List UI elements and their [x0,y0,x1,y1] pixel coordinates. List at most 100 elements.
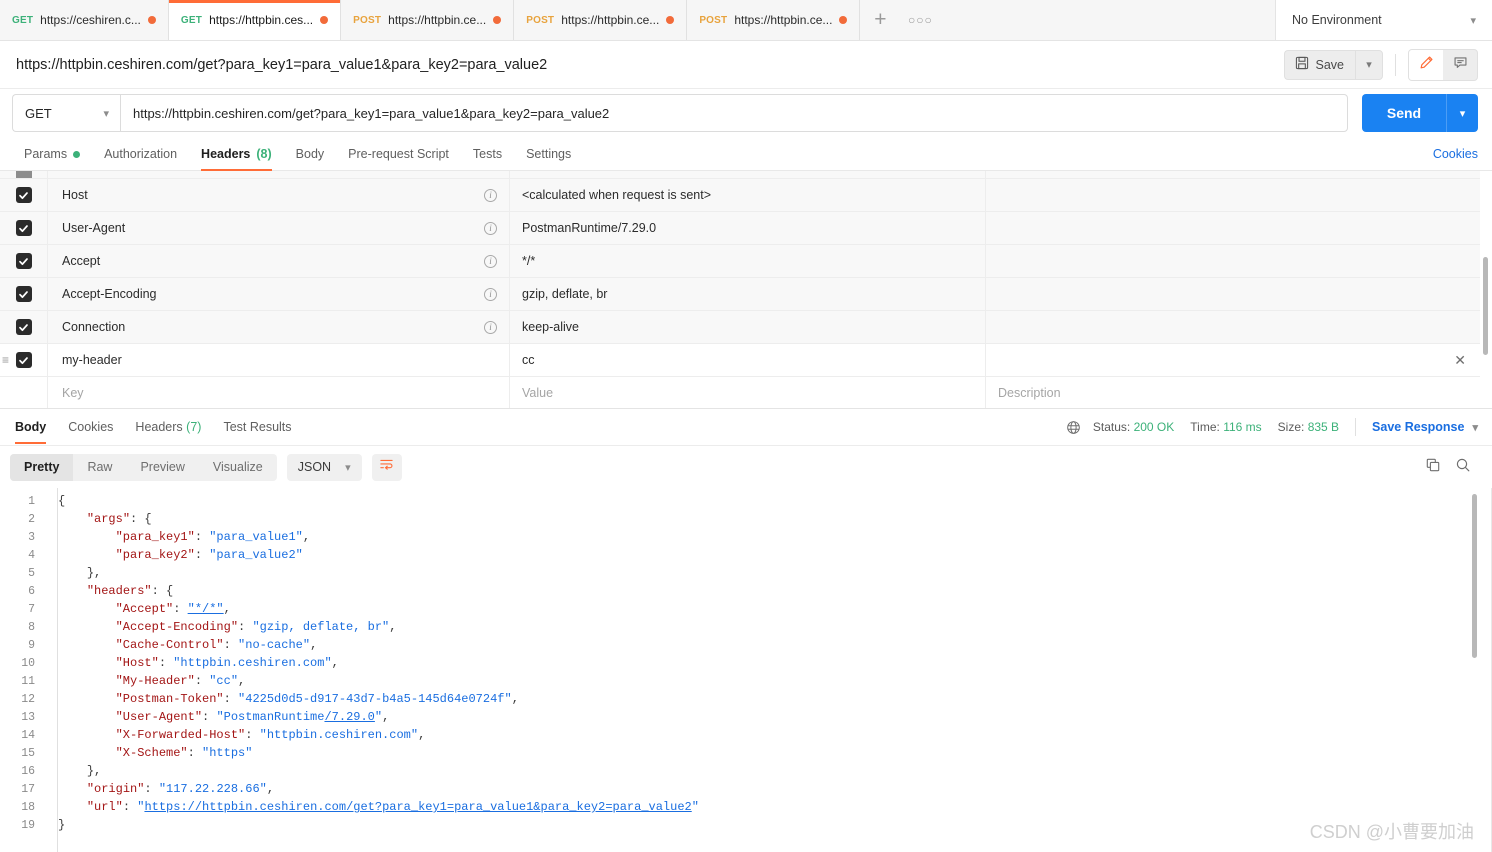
code-line-text[interactable]: }, [46,764,101,778]
code-line-text[interactable]: "Host": "httpbin.ceshiren.com", [46,656,339,670]
row-checkbox[interactable] [15,253,32,269]
info-icon[interactable]: i [484,254,497,268]
view-mode-raw[interactable]: Raw [73,454,126,481]
code-line-text[interactable]: "headers": { [46,584,173,598]
row-description-cell[interactable] [986,212,1480,244]
comment-request-button[interactable] [1443,50,1477,80]
row-value-cell[interactable]: PostmanRuntime/7.29.0 [510,212,986,244]
http-method-selector[interactable]: GET ▾ [12,94,120,132]
tab-body[interactable]: Body [284,147,337,170]
row-description-cell[interactable]: ✕ [986,344,1480,376]
tab-pre-request-script[interactable]: Pre-request Script [336,147,461,170]
row-value-cell[interactable]: <calculated when request is sent> [510,179,986,211]
tab-settings[interactable]: Settings [514,147,583,170]
request-tab-3[interactable]: POST https://httpbin.ce... [514,0,688,40]
tab-authorization[interactable]: Authorization [92,147,189,170]
word-wrap-button[interactable] [371,453,402,481]
row-key-cell[interactable]: Accept-Encoding i [48,278,510,310]
new-row-value-input[interactable]: Value [510,377,986,408]
view-mode-preview[interactable]: Preview [126,454,198,481]
response-body-scroll-thumb[interactable] [1472,494,1477,658]
code-line-text[interactable]: "para_key1": "para_value1", [46,530,310,544]
new-row-key-input[interactable]: Key [48,377,510,408]
row-description-cell[interactable] [986,278,1480,310]
environment-selector[interactable]: No Environment ▾ [1275,0,1492,40]
row-value-cell[interactable]: cc [510,344,986,376]
edit-request-button[interactable] [1409,49,1443,80]
code-line-text[interactable]: "args": { [46,512,152,526]
row-key-cell[interactable] [48,171,510,178]
row-checkbox[interactable] [15,171,32,178]
search-button[interactable] [1448,454,1478,481]
row-description-cell[interactable] [986,171,1480,178]
code-line-text[interactable]: "Postman-Token": "4225d0d5-d917-43d7-b4a… [46,692,519,706]
request-tab-2[interactable]: POST https://httpbin.ce... [341,0,515,40]
request-tab-1[interactable]: GET https://httpbin.ces... [168,0,342,40]
save-button[interactable]: Save [1283,49,1355,80]
row-key-cell[interactable]: Connection i [48,311,510,343]
code-line-text[interactable]: "Accept-Encoding": "gzip, deflate, br", [46,620,397,634]
row-key-cell[interactable]: User-Agent i [48,212,510,244]
response-tab-headers[interactable]: Headers (7) [124,411,212,443]
code-line-text[interactable]: "origin": "117.22.228.66", [46,782,274,796]
tab-params[interactable]: Params [12,147,92,170]
code-line-text[interactable]: "url": "https://httpbin.ceshiren.com/get… [46,800,699,814]
new-row-description-input[interactable]: Description [986,377,1480,408]
code-line-text[interactable]: "Cache-Control": "no-cache", [46,638,318,652]
save-options-button[interactable]: ▾ [1355,49,1383,80]
response-tab-body[interactable]: Body [4,411,57,444]
code-line-text[interactable]: "X-Scheme": "https" [46,746,253,760]
new-tab-button[interactable]: + [860,0,900,40]
row-value-cell[interactable]: keep-alive [510,311,986,343]
row-key-cell[interactable]: Host i [48,179,510,211]
row-checkbox[interactable] [15,286,32,302]
view-mode-pretty[interactable]: Pretty [10,453,74,481]
row-checkbox[interactable] [15,220,32,236]
url-input[interactable]: https://httpbin.ceshiren.com/get?para_ke… [120,94,1348,132]
headers-table-scrollbar[interactable] [1483,171,1490,408]
response-tab-test-results[interactable]: Test Results [212,411,302,443]
code-token-link[interactable]: "*/*" [188,602,224,616]
cookies-link[interactable]: Cookies [1433,147,1478,170]
send-options-button[interactable]: ▾ [1446,94,1478,132]
globe-icon[interactable] [1066,420,1081,435]
code-line-text[interactable]: "X-Forwarded-Host": "httpbin.ceshiren.co… [46,728,426,742]
row-value-cell[interactable] [510,171,986,178]
info-icon[interactable]: i [484,320,497,334]
save-response-button[interactable]: Save Response ▾ [1372,420,1478,434]
row-key-cell[interactable]: Accept i [48,245,510,277]
request-tab-4[interactable]: POST https://httpbin.ce... [687,0,861,40]
row-checkbox[interactable] [15,319,32,335]
request-tab-0[interactable]: GET https://ceshiren.c... [0,0,169,40]
row-value-cell[interactable]: gzip, deflate, br [510,278,986,310]
tab-tests[interactable]: Tests [461,147,514,170]
code-line-text[interactable]: "User-Agent": "PostmanRuntime/7.29.0", [46,710,390,724]
row-value-cell[interactable]: */* [510,245,986,277]
tab-headers[interactable]: Headers (8) [189,147,284,171]
info-icon[interactable]: i [484,188,497,202]
code-token-link[interactable]: https://httpbin.ceshiren.com/get?para_ke… [144,800,691,814]
code-token-link[interactable]: /7.29.0 [324,710,374,724]
response-format-selector[interactable]: JSON ▾ [286,453,362,481]
copy-button[interactable] [1418,454,1448,481]
response-body-viewer[interactable]: 1{2 "args": {3 "para_key1": "para_value1… [0,488,1492,852]
row-key-cell[interactable]: my-header [48,344,510,376]
code-line-text[interactable]: "My-Header": "cc", [46,674,246,688]
code-line-text[interactable]: "Accept": "*/*", [46,602,231,616]
view-mode-visualize[interactable]: Visualize [199,454,277,481]
headers-table-scroll-thumb[interactable] [1483,257,1488,355]
response-tab-cookies[interactable]: Cookies [57,411,124,443]
code-line-text[interactable]: } [46,818,65,832]
drag-handle-icon[interactable]: ≡ [2,354,9,366]
row-description-cell[interactable] [986,245,1480,277]
row-checkbox[interactable] [15,352,32,368]
row-description-cell[interactable] [986,311,1480,343]
info-icon[interactable]: i [484,287,497,301]
send-button[interactable]: Send [1362,94,1446,132]
tab-options-button[interactable]: ○○○ [900,0,940,40]
delete-row-button[interactable]: ✕ [1454,353,1466,367]
code-line-text[interactable]: "para_key2": "para_value2" [46,548,303,562]
code-line-text[interactable]: { [46,494,65,508]
code-line-text[interactable]: }, [46,566,101,580]
row-checkbox[interactable] [15,187,32,203]
